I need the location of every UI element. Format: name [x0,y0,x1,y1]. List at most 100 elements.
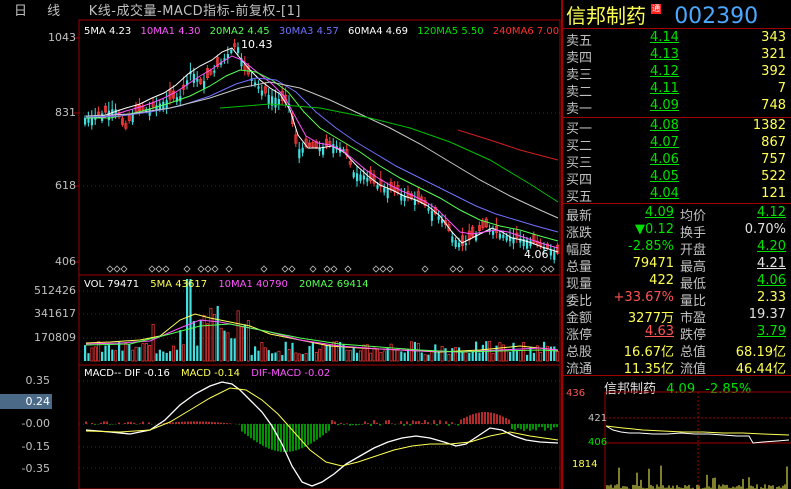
ask-row[interactable]: 卖一 4.09 748 [566,98,788,117]
mini-ytick-mid: 421 [588,413,608,424]
bid-row[interactable]: 买四 4.05 522 [566,169,788,188]
stat-value: ▼0.12 [635,222,674,237]
legend-ma60: 60MA4 4.69 [348,26,409,37]
stat-row: 涨跌 ▼0.12 换手 0.70% [566,222,788,241]
stat-value: 4.12 [757,205,786,220]
kline-legend: 5MA 4.23 10MA1 4.30 20MA2 4.45 30MA3 4.5… [84,26,559,37]
legend-vol-ma10: 10MA1 40790 [218,279,288,290]
kline-ytick-406: 406 [55,255,76,268]
bid-price: 4.07 [650,135,679,150]
macd-ytick-neg0.15: -0.15 [21,440,50,453]
macd-ytick-0.35: 0.35 [25,374,51,387]
bid-volume: 867 [761,135,786,150]
book-stats-divider [563,203,791,204]
stat-value: 4.09 [645,205,674,220]
legend-ma5: 5MA 4.23 [84,26,132,37]
stat-value: -2.85% [628,239,674,254]
bid-price: 4.06 [650,152,679,167]
macd-ytick-neg0.35: -0.35 [21,462,50,475]
legend-ma30: 30MA3 4.57 [278,26,339,37]
vol-ytick-170809: 170809 [34,331,76,344]
ask-row[interactable]: 卖三 4.12 392 [566,64,788,83]
legend-ma240: 240MA6 7.00 [492,26,560,37]
stat-value: 422 [649,273,674,288]
stock-header: 信邦制药 通 002390 [566,0,758,29]
header-divider [563,28,791,29]
stat-value: 3.79 [757,324,786,339]
bid-volume: 121 [761,186,786,201]
macd-dea-line [85,387,559,467]
kline-ytick-1043: 1043 [48,31,76,44]
stat-row: 涨停 4.63 跌停 3.79 [566,324,788,343]
ask-volume: 748 [761,98,786,113]
mini-ytick-low: 406 [588,437,608,448]
stat-row: 流通 11.35亿 流值 46.44亿 [566,358,788,377]
stat-value: 4.21 [757,256,786,271]
ask-price: 4.13 [650,47,679,62]
bid-row[interactable]: 买三 4.06 757 [566,152,788,171]
ask-volume: 392 [761,64,786,79]
bid-volume: 1382 [752,118,786,133]
bid-price: 4.08 [650,118,679,133]
stock-name[interactable]: 信邦制药 [566,4,646,28]
ask-row[interactable]: 卖四 4.13 321 [566,47,788,66]
legend-ma120: 120MA5 5.50 [417,26,484,37]
legend-dif-macd: DIF-MACD -0.02 [251,368,331,379]
legend-ma20: 20MA2 4.45 [209,26,270,37]
legend-dif: MACD-- DIF -0.16 [84,368,170,379]
mini-ytick-high: 436 [566,388,586,399]
ask-price: 4.14 [650,30,679,45]
macd-legend: MACD-- DIF -0.16 MACD -0.14 DIF-MACD -0.… [84,368,330,379]
ask-row[interactable]: 卖五 4.14 343 [566,30,788,49]
stat-value: 4.06 [757,273,786,288]
bid-price: 4.04 [650,186,679,201]
bid-volume: 757 [761,152,786,167]
margin-badge: 通 [651,4,662,14]
stat-row: 金额 3277万 市盈 19.37 [566,307,788,326]
stat-row: 委比 +33.67% 量比 2.33 [566,290,788,309]
legend-vol: VOL 79471 [84,279,140,290]
bid-volume: 522 [761,169,786,184]
mini-intraday-chart [604,391,791,489]
ma120-line [219,103,559,203]
stat-row: 幅度 -2.85% 开盘 4.20 [566,239,788,258]
legend-vol-ma5: 5MA 43617 [150,279,208,290]
bid-price: 4.05 [650,169,679,184]
ask-label: 卖一 [566,102,593,117]
ask-price: 4.11 [650,81,679,96]
ask-volume: 321 [761,47,786,62]
kline-ytick-618: 618 [55,179,76,192]
vol-ytick-341617: 341617 [34,307,76,320]
low-price-label: 4.06 [524,248,549,261]
high-price-label: 10.43 [241,38,273,51]
ask-row[interactable]: 卖二 4.11 7 [566,81,788,100]
mini-ytick-vol: 1814 [572,459,598,470]
ma240-line [457,129,559,161]
stat-row: 现量 422 最低 4.06 [566,273,788,292]
stat-value: 0.70% [744,222,786,237]
macd-histogram [85,412,558,452]
macd-ytick-0.00: -0.00 [21,417,50,430]
main-chart-svg [74,19,561,489]
legend-macd: MACD -0.14 [181,368,241,379]
ask-price: 4.09 [650,98,679,113]
signal-markers [106,265,555,273]
volume-legend: VOL 79471 5MA 43617 10MA1 40790 20MA2 69… [84,279,369,290]
bid-row[interactable]: 买一 4.08 1382 [566,118,788,137]
stat-row: 最新 4.09 均价 4.12 [566,205,788,224]
bid-row[interactable]: 买二 4.07 867 [566,135,788,154]
legend-vol-ma20: 20MA2 69414 [299,279,369,290]
stat-value: 79471 [632,256,674,271]
legend-ma10: 10MA1 4.30 [140,26,201,37]
ask-volume: 343 [761,30,786,45]
macd-dif-line [85,381,559,487]
macd-cursor-value: 0.24 [0,394,52,409]
stock-code[interactable]: 002390 [674,4,758,29]
stat-value: +33.67% [613,290,674,305]
ask-volume: 7 [777,81,786,96]
stat-row: 总股 16.67亿 总值 68.19亿 [566,341,788,360]
bid-row[interactable]: 买五 4.04 121 [566,186,788,205]
stat-value: 19.37 [748,307,786,322]
kline-ytick-831: 831 [55,106,76,119]
stat-row: 总量 79471 最高 4.21 [566,256,788,275]
